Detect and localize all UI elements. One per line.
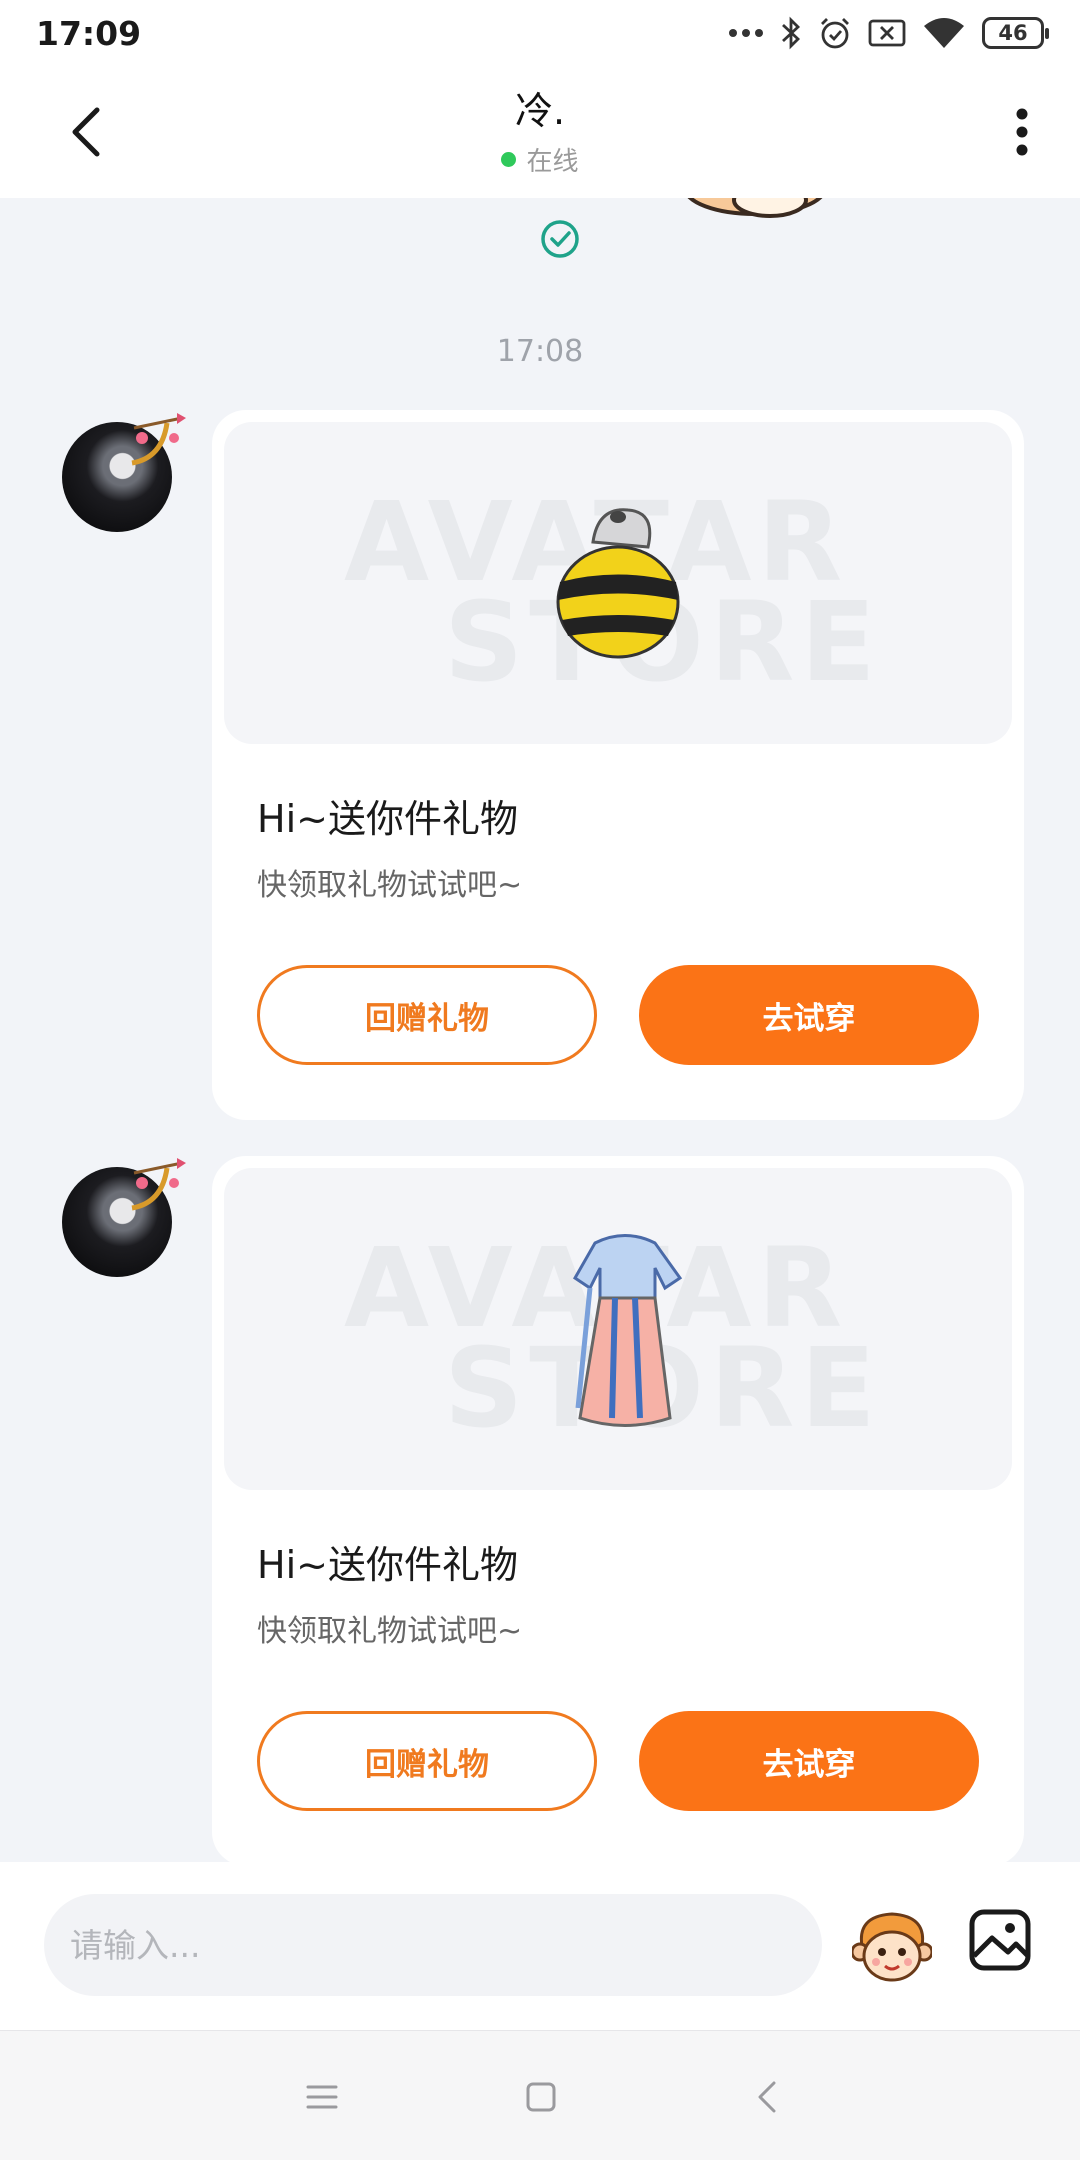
battery-level: 46 [998,21,1028,45]
sticker-peek-image [687,198,823,218]
gift-image-area[interactable]: AVATAR STORE [224,422,1012,744]
gift-card[interactable]: AVATAR STORE Hi~送你件礼物 快领取礼物试试吧~ 回赠礼物 去试穿 [212,1156,1024,1862]
try-on-button[interactable]: 去试穿 [639,965,979,1065]
time-divider: 17:08 [496,334,584,369]
gift-subtitle: 快领取礼物试试吧~ [257,868,523,903]
try-on-button[interactable]: 去试穿 [639,1711,979,1811]
status-bar: 17:09 46 [0,0,1080,66]
online-text: 在线 [526,147,579,177]
home-icon[interactable] [519,2075,563,2119]
read-check-icon [541,220,579,258]
bluetooth-icon [782,16,801,50]
wifi-icon [924,18,964,48]
sim-off-icon [868,19,906,47]
cupid-bow-icon [131,1158,186,1211]
sender-avatar[interactable] [60,1153,192,1285]
dots-icon [729,29,763,37]
chat-header: 冷. 在线 [0,66,1080,198]
alarm-icon [821,18,849,49]
input-bar [0,1862,1080,2030]
image-picker-icon[interactable] [968,1908,1032,1972]
more-options-button[interactable] [1002,102,1042,162]
return-gift-button[interactable]: 回赠礼物 [257,1711,597,1811]
contact-name: 冷. [514,89,566,133]
sender-avatar[interactable] [60,408,192,540]
status-time: 17:09 [36,13,142,53]
gift-title: Hi~送你件礼物 [257,797,518,841]
gift-title: Hi~送你件礼物 [257,1543,518,1587]
emoji-monkey-icon[interactable] [852,1906,932,1986]
battery-icon: 46 [982,17,1049,49]
chevron-left-icon [72,107,100,157]
back-button[interactable] [58,104,114,160]
gift-image-area[interactable]: AVATAR STORE [224,1168,1012,1490]
gift-subtitle: 快领取礼物试试吧~ [257,1614,523,1649]
more-vertical-icon [1016,108,1028,156]
header-title-group: 冷. 在线 [501,80,579,178]
message-input[interactable] [44,1894,822,1996]
gift-card[interactable]: AVATAR STORE Hi~送你件礼物 快领取礼物试试吧~ 回赠礼物 去试穿 [212,410,1024,1120]
chat-area[interactable]: 17:08 AVATAR STORE Hi~送你件礼物 快领 [0,198,1080,1862]
hanfu-dress-image [573,1234,683,1427]
online-status: 在线 [501,141,579,178]
return-gift-button[interactable]: 回赠礼物 [257,965,597,1065]
back-nav-icon[interactable] [746,2075,790,2119]
menu-icon[interactable] [300,2075,344,2119]
system-nav-bar [0,2030,1080,2160]
online-dot [501,152,517,167]
bee-costume-image [556,508,680,659]
cupid-bow-icon [131,413,186,466]
status-icons: 46 [728,16,1049,50]
